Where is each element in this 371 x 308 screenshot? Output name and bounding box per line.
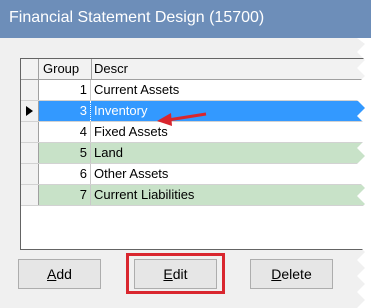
add-label-rest: dd	[56, 266, 72, 282]
group-value: 5	[79, 145, 87, 160]
group-cell[interactable]: 3	[39, 101, 91, 121]
row-indicator[interactable]	[21, 122, 39, 142]
red-highlight-box	[126, 253, 225, 294]
row-indicator[interactable]	[21, 143, 39, 163]
table-row[interactable]: 7 Current Liabilities	[21, 185, 371, 206]
delete-button[interactable]: Delete	[250, 259, 333, 289]
group-value: 3	[79, 103, 87, 118]
row-indicator[interactable]	[21, 80, 39, 100]
descr-cell[interactable]: Land	[94, 145, 123, 160]
financial-statement-design-window: Financial Statement Design (15700) Group…	[0, 0, 371, 308]
groups-grid[interactable]: Group Descr B 1 Current Assets 3 Invento…	[20, 58, 371, 250]
descr-cell[interactable]: Fixed Assets	[94, 124, 168, 139]
table-row[interactable]: 4 Fixed Assets	[21, 122, 371, 143]
column-separator[interactable]	[91, 59, 92, 79]
descr-cell[interactable]: Current Assets	[94, 82, 179, 97]
group-value: 7	[79, 187, 87, 202]
group-value: 4	[79, 124, 87, 139]
descr-cell[interactable]: Inventory	[94, 103, 147, 118]
table-row[interactable]: 6 Other Assets	[21, 164, 371, 185]
row-indicator[interactable]	[21, 164, 39, 184]
group-cell[interactable]: 5	[39, 143, 91, 163]
table-row[interactable]: 5 Land	[21, 143, 371, 164]
column-header-descr[interactable]: Descr	[94, 61, 128, 76]
window-title: Financial Statement Design (15700)	[9, 9, 265, 26]
group-cell[interactable]: 7	[39, 185, 91, 205]
column-header-group[interactable]: Group	[43, 61, 79, 76]
group-value: 6	[79, 166, 87, 181]
group-cell[interactable]: 1	[39, 80, 91, 100]
table-row[interactable]: 1 Current Assets	[21, 80, 371, 101]
add-label-mnemonic: A	[47, 266, 57, 282]
title-bar: Financial Statement Design (15700)	[0, 0, 371, 38]
delete-label-rest: elete	[281, 266, 312, 282]
delete-label-mnemonic: D	[271, 266, 282, 282]
group-value: 1	[79, 82, 87, 97]
table-row-selected[interactable]: 3 Inventory	[21, 101, 371, 122]
grid-header: Group Descr B	[21, 59, 371, 80]
header-corner	[21, 59, 39, 79]
descr-cell[interactable]: Other Assets	[94, 166, 168, 181]
current-row-arrow-icon	[26, 106, 33, 116]
row-indicator[interactable]	[21, 101, 39, 121]
group-cell[interactable]: 4	[39, 122, 91, 142]
torn-edge	[357, 38, 371, 308]
descr-cell[interactable]: Current Liabilities	[94, 187, 194, 202]
row-indicator[interactable]	[21, 185, 39, 205]
group-cell[interactable]: 6	[39, 164, 91, 184]
add-button[interactable]: Add	[18, 259, 101, 289]
